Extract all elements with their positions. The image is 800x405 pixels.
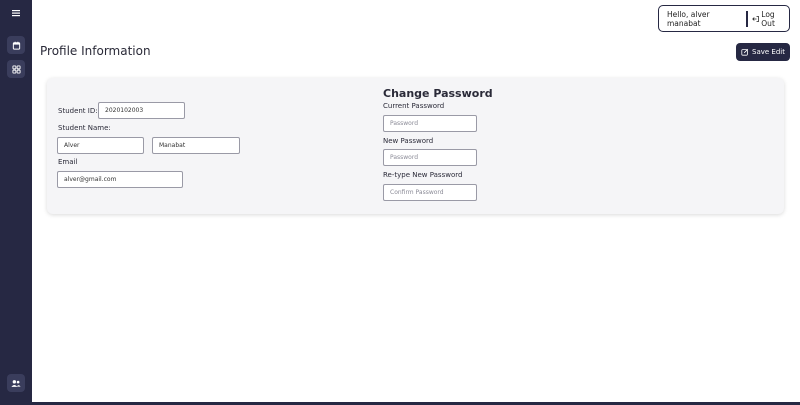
edit-icon — [741, 48, 749, 56]
student-name-label: Student Name: — [58, 124, 111, 132]
menu-icon[interactable] — [7, 4, 25, 22]
greeting-text: Hello, alver manabat — [667, 9, 710, 28]
email-input[interactable]: alver@gmail.com — [57, 171, 183, 188]
last-name-input[interactable]: Manabat — [152, 137, 240, 154]
users-icon[interactable] — [7, 374, 25, 392]
grid-icon[interactable] — [7, 60, 25, 78]
logout-button[interactable]: Log Out — [751, 9, 789, 28]
logout-icon — [751, 15, 759, 22]
student-id-input[interactable]: 2020102003 — [98, 102, 185, 119]
confirm-password-input[interactable]: Confirm Password — [383, 184, 477, 201]
new-password-label: New Password — [383, 137, 434, 145]
calendar-icon[interactable] — [7, 36, 25, 54]
user-menu: Hello, alver manabat Log Out — [658, 5, 790, 32]
current-password-input[interactable]: Password — [383, 115, 477, 132]
change-password-title: Change Password — [383, 87, 493, 100]
student-id-label: Student ID: — [58, 107, 98, 115]
divider — [746, 10, 748, 27]
page-title: Profile Information — [40, 44, 151, 58]
save-edit-button[interactable]: Save Edit — [736, 43, 790, 61]
sidebar — [0, 0, 32, 405]
save-edit-label: Save Edit — [752, 48, 785, 56]
new-password-input[interactable]: Password — [383, 149, 477, 166]
first-name-input[interactable]: Alver — [57, 137, 144, 154]
current-password-label: Current Password — [383, 102, 445, 110]
email-label: Email — [58, 158, 78, 166]
logout-label: Log Out — [761, 9, 775, 28]
retype-password-label: Re-type New Password — [383, 171, 463, 179]
